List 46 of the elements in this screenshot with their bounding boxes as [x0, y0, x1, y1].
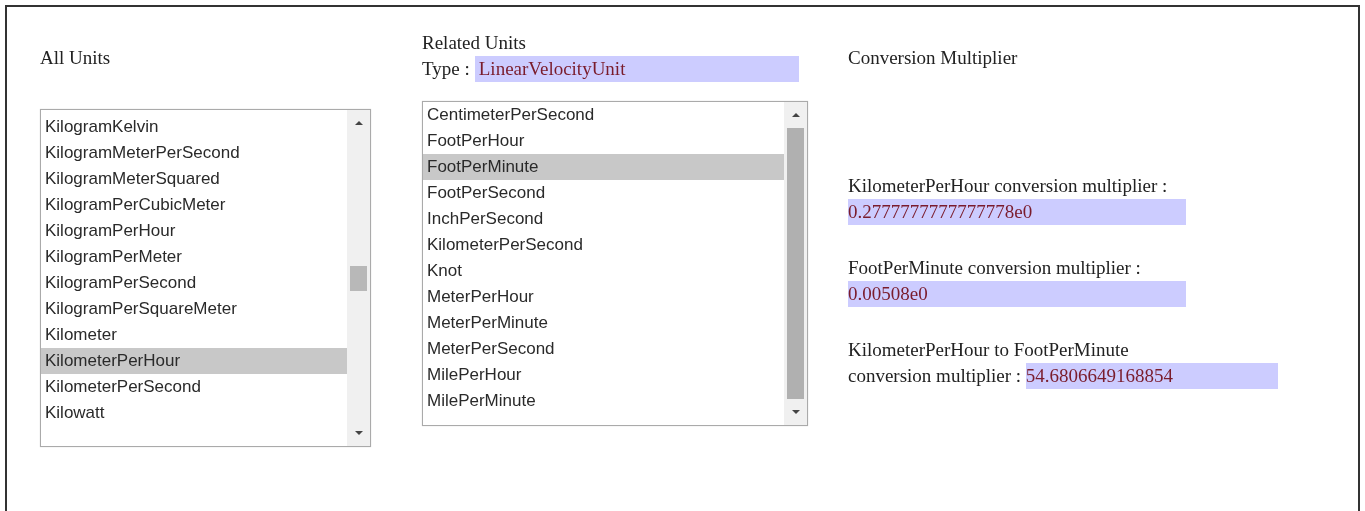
list-item[interactable]: Knot — [423, 258, 784, 284]
scroll-up-icon[interactable] — [790, 112, 801, 118]
list-item[interactable]: KilogramMeterPerSecond — [41, 140, 347, 166]
column-heading: Related Units — [422, 31, 527, 55]
list-item[interactable]: Kilowatt — [41, 400, 347, 426]
list-item[interactable]: FootPerMinute — [423, 154, 784, 180]
scroll-up-icon[interactable] — [353, 120, 364, 126]
multiplier-label: KilometerPerHour conversion multiplier : — [848, 175, 1168, 196]
list-item[interactable]: MeterPerMinute — [423, 310, 784, 336]
list-item[interactable]: MeterPerHour — [423, 284, 784, 310]
list-item[interactable]: KilogramPerSquareMeter — [41, 296, 347, 322]
list-item[interactable]: KilogramPerMeter — [41, 244, 347, 270]
multiplier-value: 0.00508e0 — [848, 281, 1186, 307]
list-item[interactable]: FootPerHour — [423, 128, 784, 154]
list-item[interactable]: FootPerSecond — [423, 180, 784, 206]
list-item[interactable]: KilogramKelvin — [41, 114, 347, 140]
multiplier-value: 0.2777777777777778e0 — [848, 199, 1186, 225]
list-item[interactable]: KilometerPerHour — [41, 348, 347, 374]
scroll-down-icon[interactable] — [353, 430, 364, 436]
scroll-down-icon[interactable] — [790, 409, 801, 415]
list-item[interactable]: KilometerPerSecond — [423, 232, 784, 258]
list-item[interactable]: Kilometer — [41, 322, 347, 348]
multiplier-label: FootPerMinute conversion multiplier : — [848, 257, 1141, 278]
type-label: Type : — [422, 57, 470, 81]
list-item[interactable]: MilePerHour — [423, 362, 784, 388]
multiplier-value: 54.6806649168854 — [1025, 363, 1278, 389]
scrollbar-thumb[interactable] — [350, 266, 367, 291]
multiplier-label: conversion multiplier : — [848, 365, 1022, 386]
unit-list[interactable]: CentimeterPerSecond FootPerHour FootPerMinute FootPerSecond InchPerSecond KilometerPerSecond Knot MeterPerHour MeterPerMinute MeterPerSecond MilePerHour MilePerMinute — [422, 101, 808, 426]
unit-list[interactable] — [40, 109, 371, 447]
scrollbar-thumb[interactable] — [787, 128, 804, 399]
list-item[interactable]: MilePerMinute — [423, 388, 784, 414]
scrollbar[interactable] — [784, 102, 807, 425]
list-item[interactable]: KilogramPerHour — [41, 218, 347, 244]
type-value: LinearVelocityUnit — [474, 56, 799, 82]
list-item[interactable]: MeterPerSecond — [423, 336, 784, 362]
column-heading: Conversion Multiplier — [848, 47, 1019, 70]
list-item[interactable]: InchPerSecond — [423, 206, 784, 232]
scrollbar[interactable] — [347, 110, 370, 446]
list-item[interactable]: KilogramPerSecond — [41, 270, 347, 296]
list-item[interactable]: CentimeterPerSecond — [423, 102, 784, 128]
multiplier-label: KilometerPerHour to FootPerMinute — [848, 339, 1129, 360]
list-item[interactable]: KilogramPerCubicMeter — [41, 192, 347, 218]
column-heading: All Units — [40, 47, 112, 70]
list-item[interactable]: KilometerPerSecond — [41, 374, 347, 400]
list-item[interactable]: KilogramMeterSquared — [41, 166, 347, 192]
